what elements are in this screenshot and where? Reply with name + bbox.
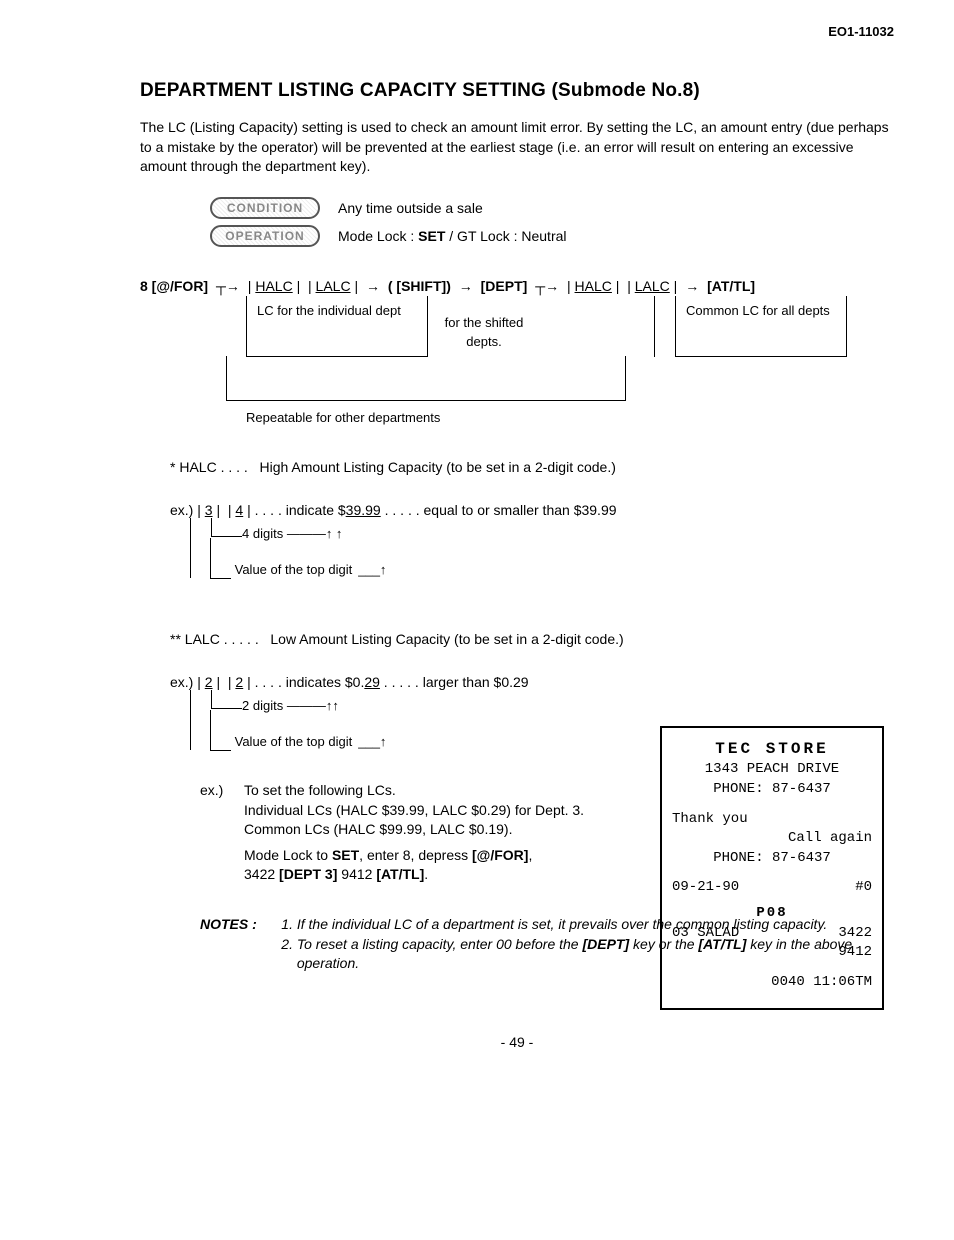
ex-l5b: [DEPT 3]: [279, 866, 337, 882]
receipt-v2: 9412: [672, 943, 872, 963]
arrow-icon: →: [685, 278, 703, 294]
halc-2: HALC: [575, 278, 612, 294]
ex-l3: Common LCs (HALC $99.99, LALC $0.19).: [244, 820, 584, 840]
receipt-trans: 0040: [771, 974, 805, 990]
lalc-ind: | . . . . indicates $0.: [243, 674, 364, 690]
halc-text: High Amount Listing Capacity (to be set …: [259, 459, 615, 475]
lalc-post: . . . . . larger than $0.29: [380, 674, 529, 690]
ex-l4d: [@/FOR]: [472, 847, 528, 863]
intro-text: The LC (Listing Capacity) setting is use…: [140, 118, 894, 177]
receipt-addr: 1343 PEACH DRIVE: [672, 760, 872, 780]
receipt-phone1: PHONE: 87-6437: [672, 780, 872, 800]
ex-l5c: 9412: [337, 866, 376, 882]
flow-box-shift: for the shifted depts.: [428, 296, 540, 356]
ex-l5a: 3422: [244, 866, 279, 882]
halc-post: . . . . . equal to or smaller than $39.9…: [381, 502, 617, 518]
halc-val: 39.99: [346, 502, 381, 518]
flow-box-common: Common LC for all depts: [675, 296, 847, 356]
arrow-icon: ┬→: [216, 278, 244, 294]
page-number: - 49 -: [140, 1034, 894, 1050]
lalc-text: Low Amount Listing Capacity (to be set i…: [270, 631, 623, 647]
receipt-date: 09-21-90: [672, 878, 739, 898]
lalc-label: ** LALC . . . . .: [170, 631, 259, 647]
lalc-1: LALC: [316, 278, 351, 294]
lalc-ex-pre: ex.) |: [170, 674, 205, 690]
n2a: To reset a listing capacity, enter 00 be…: [297, 936, 583, 952]
ex-l5d: [AT/TL]: [376, 866, 424, 882]
halc-ind: | . . . . indicate $: [243, 502, 345, 518]
receipt-call: Call again: [672, 829, 872, 849]
operation-text: Mode Lock : SET / GT Lock : Neutral: [338, 228, 567, 244]
receipt-sample: TEC STORE 1343 PEACH DRIVE PHONE: 87-643…: [660, 726, 884, 1010]
receipt-store: TEC STORE: [672, 738, 872, 760]
operation-pill: OPERATION: [210, 225, 320, 247]
receipt-v1: 3422: [838, 924, 872, 944]
op-post: / GT Lock : Neutral: [445, 228, 566, 244]
ex-l5e: .: [424, 866, 428, 882]
ex-l4a: Mode Lock to: [244, 847, 332, 863]
op-pre: Mode Lock :: [338, 228, 418, 244]
doc-id: EO1-11032: [828, 24, 894, 39]
halc-1: HALC: [255, 278, 292, 294]
arrow-icon: →: [459, 278, 477, 294]
receipt-itemno: 03: [672, 925, 689, 941]
receipt-reg: #0: [855, 878, 872, 898]
ex-l2: Individual LCs (HALC $39.99, LALC $0.29)…: [244, 801, 584, 821]
ex-l4e: ,: [528, 847, 532, 863]
flow-repeat-label: Repeatable for other departments: [246, 409, 894, 427]
arrow-icon: →: [366, 278, 384, 294]
receipt-mode: P08: [672, 904, 872, 924]
arrow-icon: ┬→: [535, 278, 563, 294]
page-title: DEPARTMENT LISTING CAPACITY SETTING (Sub…: [140, 80, 894, 102]
flow-dept: [DEPT]: [481, 278, 528, 294]
op-bold: SET: [418, 228, 445, 244]
halc-d1: 3: [205, 502, 213, 518]
receipt-phone2: PHONE: 87-6437: [672, 849, 872, 869]
halc-example: ex.) | 3 | | 4 | . . . . indicate $39.99…: [170, 502, 894, 518]
halc-annot2: Value of the top digit: [235, 562, 355, 579]
ex-pre: ex.) |: [170, 502, 205, 518]
ex-l1: To set the following LCs.: [244, 781, 584, 801]
flow-start: 8 [@/FOR]: [140, 278, 208, 294]
flow-box-individual: LC for the individual dept: [246, 296, 428, 356]
flow-diagram: 8 [@/FOR] ┬→ | HALC | | LALC | → ( [SHIF…: [140, 277, 894, 427]
receipt-time: 11:06TM: [813, 974, 872, 990]
flow-end: [AT/TL]: [707, 278, 755, 294]
lalc-d1: 2: [205, 674, 213, 690]
flow-shift: ( [SHIFT]): [388, 278, 451, 294]
n2b: [DEPT]: [582, 936, 629, 952]
condition-pill: CONDITION: [210, 197, 320, 219]
notes-label: NOTES :: [200, 915, 277, 974]
receipt-item: SALAD: [697, 925, 739, 941]
lalc-definition: ** LALC . . . . . Low Amount Listing Cap…: [170, 629, 894, 650]
lalc-annot2: Value of the top digit: [235, 734, 355, 751]
halc-definition: * HALC . . . . High Amount Listing Capac…: [170, 457, 894, 478]
lalc-2: LALC: [635, 278, 670, 294]
ex-lead: ex.): [200, 781, 244, 885]
lalc-example: ex.) | 2 | | 2 | . . . . indicates $0.29…: [170, 674, 894, 690]
receipt-thank: Thank you: [672, 810, 872, 830]
ex-l4c: , enter 8, depress: [359, 847, 472, 863]
ex-l4b: SET: [332, 847, 359, 863]
halc-annot: 4 digits ———↑ ↑ Value of the top digit _…: [190, 518, 894, 579]
halc-label: * HALC . . . .: [170, 459, 248, 475]
lalc-val: 29: [364, 674, 380, 690]
condition-text: Any time outside a sale: [338, 200, 483, 216]
